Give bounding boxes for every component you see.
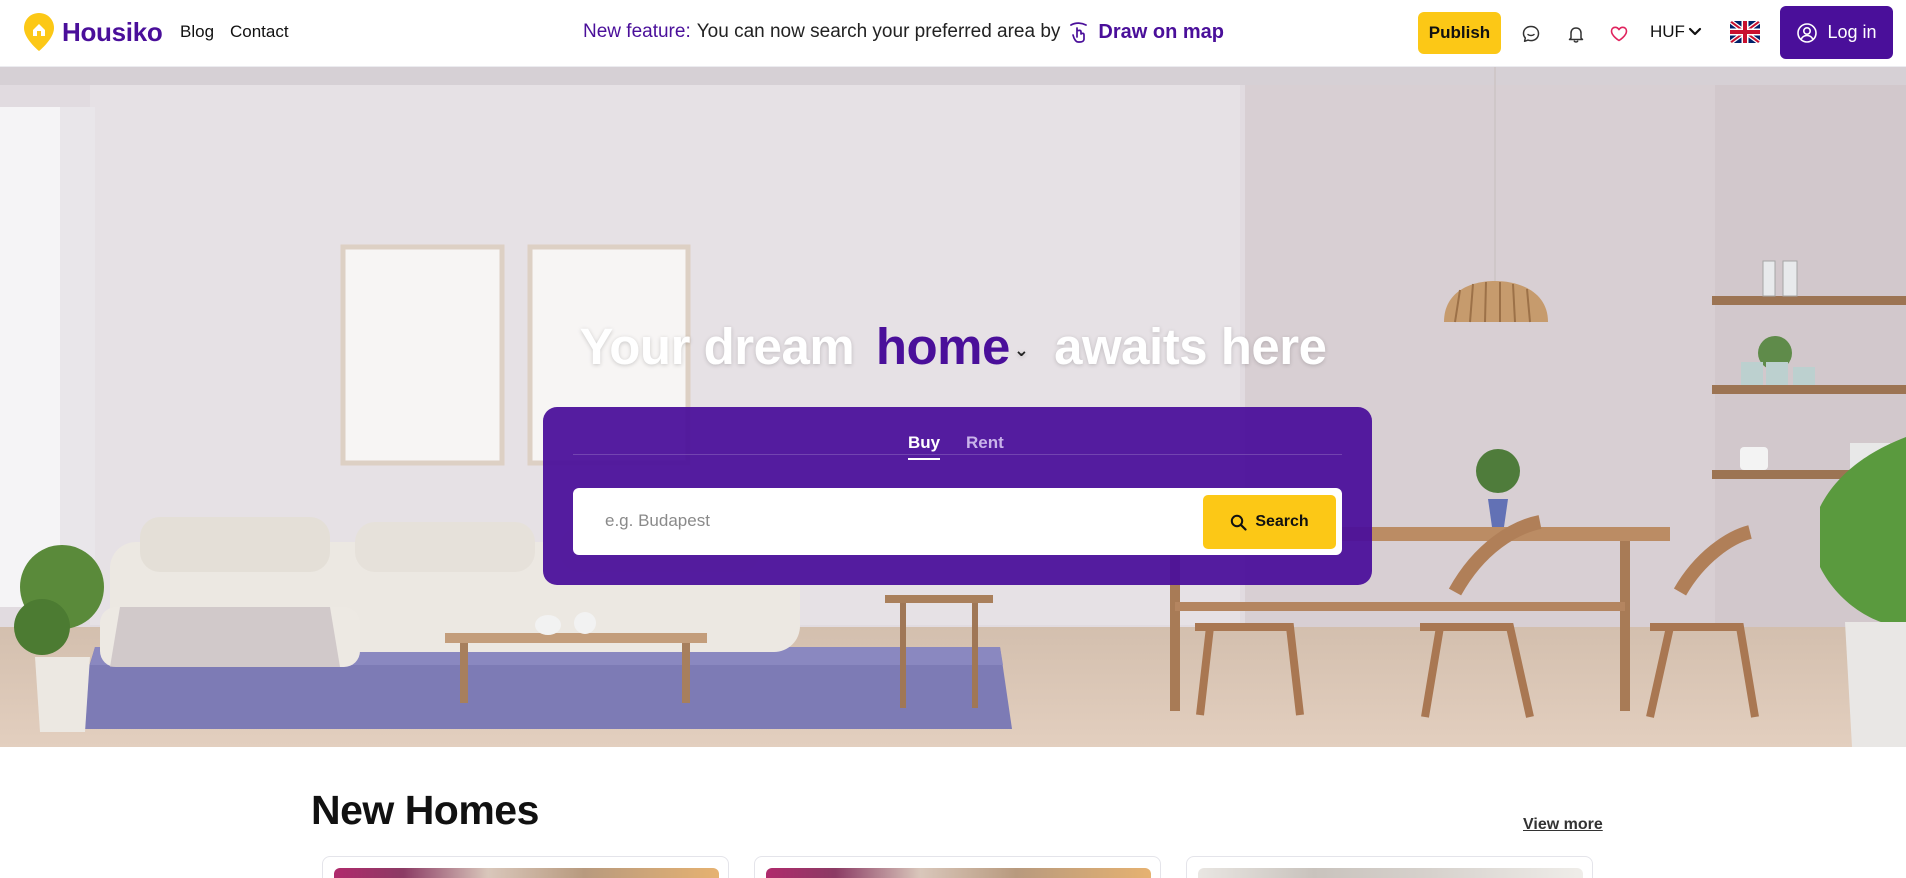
listing-type-tabs: Buy Rent	[573, 431, 1342, 460]
uk-flag-icon[interactable]	[1730, 21, 1760, 43]
hero-title-end: awaits here	[1054, 318, 1327, 375]
currency-selector[interactable]: HUF	[1650, 22, 1702, 42]
chat-icon[interactable]	[1519, 22, 1543, 46]
hero-title: Your dream home ⌄ awaits here	[0, 317, 1906, 376]
user-circle-icon	[1797, 22, 1818, 43]
announcement-text: You can now search your preferred area b…	[696, 21, 1061, 42]
new-homes-title: New Homes	[311, 787, 539, 833]
login-label: Log in	[1827, 22, 1877, 42]
search-box: Search	[573, 488, 1342, 555]
hero-title-start: Your dream	[579, 318, 855, 375]
property-card[interactable]	[754, 856, 1161, 878]
nav-contact-link[interactable]: Contact	[230, 22, 289, 42]
hero-section: Your dream home⌄ awaits here Buy Rent Se…	[0, 67, 1906, 747]
property-type-dropdown[interactable]: home	[876, 318, 1011, 375]
nav-blog-link[interactable]: Blog	[180, 22, 214, 42]
property-card[interactable]	[322, 856, 729, 878]
property-card-image	[766, 868, 1151, 878]
top-header: Housiko Blog Contact New feature: You ca…	[0, 0, 1906, 67]
draw-map-icon	[1070, 22, 1088, 43]
bell-icon[interactable]	[1564, 22, 1588, 46]
tab-buy[interactable]: Buy	[908, 433, 941, 460]
logo-text: Housiko	[62, 16, 163, 47]
search-card: Buy Rent Search	[543, 407, 1372, 585]
logo-link[interactable]: Housiko	[22, 12, 163, 52]
publish-button[interactable]: Publish	[1418, 12, 1501, 54]
draw-on-map-link[interactable]: Draw on map	[1098, 21, 1224, 44]
login-button[interactable]: Log in	[1780, 6, 1893, 59]
property-card-image	[1198, 868, 1583, 878]
heart-icon[interactable]	[1607, 22, 1631, 46]
search-button-label: Search	[1255, 513, 1309, 530]
tab-rent[interactable]: Rent	[966, 433, 1004, 453]
announcement-lead: New feature:	[583, 21, 691, 42]
property-card-image	[334, 868, 719, 878]
chevron-down-icon	[1688, 27, 1702, 36]
search-button[interactable]: Search	[1203, 495, 1336, 549]
currency-label: HUF	[1650, 22, 1685, 41]
view-more-link[interactable]: View more	[1523, 816, 1603, 834]
chevron-down-icon[interactable]: ⌄	[1014, 340, 1029, 361]
feature-announcement: New feature: You can now search your pre…	[583, 20, 1224, 44]
search-icon	[1231, 514, 1247, 531]
property-card[interactable]	[1186, 856, 1593, 878]
logo-pin-icon	[24, 13, 54, 51]
location-search-input[interactable]	[587, 500, 1187, 542]
